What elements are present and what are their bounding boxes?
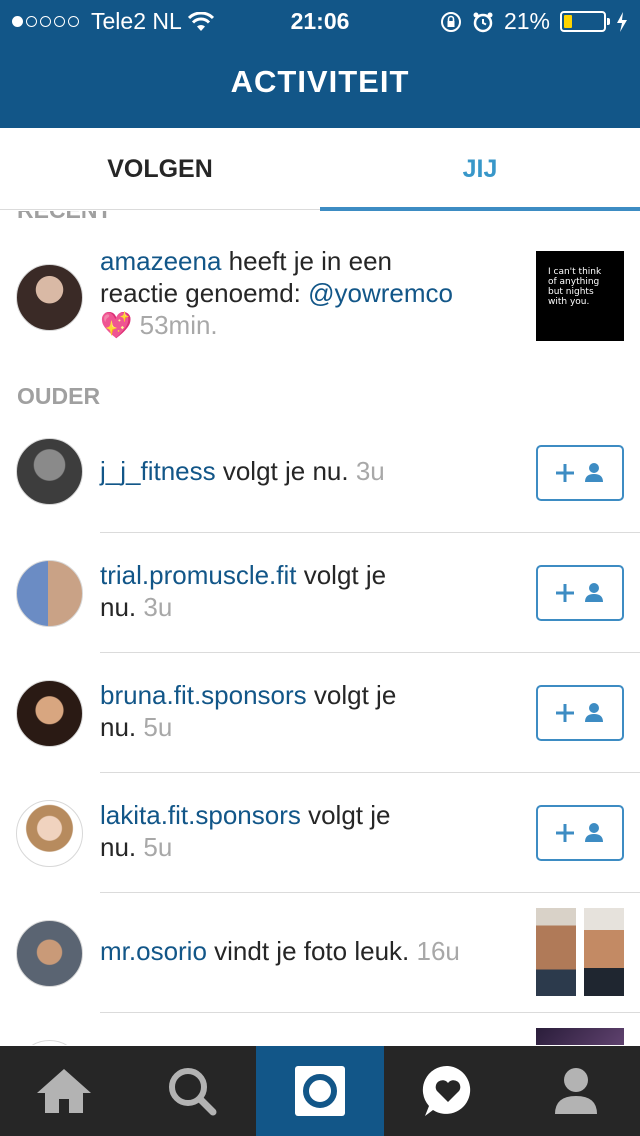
follow-button[interactable]	[536, 445, 624, 501]
list-item[interactable]: j_j_fitness volgt je nu. 3u	[0, 423, 640, 533]
activity-tabs: VOLGEN JIJ	[0, 128, 640, 211]
notification-text: lakita.fit.sponsors volgt je nu. 5u	[100, 800, 391, 862]
avatar[interactable]	[16, 800, 83, 867]
username-link[interactable]: amazeena	[100, 246, 221, 276]
timestamp: 5u	[143, 712, 173, 742]
list-item[interactable]: bruna.fit.sponsors volgt je nu. 5u	[0, 653, 640, 773]
liked-photo-thumbnail[interactable]	[584, 908, 624, 996]
avatar[interactable]	[16, 1040, 83, 1045]
timestamp: 16u	[416, 936, 460, 966]
liked-photo-thumbnail[interactable]	[536, 908, 576, 996]
avatar[interactable]	[16, 920, 83, 987]
post-thumbnail[interactable]: I can't think of anything but nights wit…	[536, 251, 624, 341]
add-user-icon	[556, 823, 603, 842]
timestamp: 5u	[143, 832, 173, 862]
notification-text: j_j_fitness volgt je nu. 3u	[100, 456, 385, 486]
nav-search[interactable]	[128, 1046, 256, 1136]
activity-feed[interactable]: RECENT amazeena heeft je in een reactie …	[0, 211, 640, 1045]
add-user-icon	[556, 583, 603, 602]
rotation-lock-icon	[440, 11, 461, 32]
add-user-icon	[556, 703, 603, 722]
list-item[interactable]: trial.promuscle.fit volgt je nu. 3u	[0, 533, 640, 653]
home-icon	[37, 1069, 91, 1113]
nav-profile[interactable]	[512, 1046, 640, 1136]
timestamp: 3u	[355, 456, 385, 486]
username-link[interactable]: j_j_fitness	[100, 456, 216, 486]
alarm-icon	[473, 12, 493, 32]
bottom-navigation	[0, 1046, 640, 1136]
avatar[interactable]	[16, 264, 83, 331]
sparkling-heart-emoji: 💖	[100, 310, 133, 340]
list-item[interactable]	[0, 1013, 640, 1045]
notification-text: mr.osorio vindt je foto leuk. 16u	[100, 936, 460, 966]
profile-icon	[555, 1068, 597, 1114]
follow-button[interactable]	[536, 685, 624, 741]
username-link[interactable]: trial.promuscle.fit	[100, 560, 297, 590]
battery-percentage: 21%	[503, 8, 550, 34]
timestamp: 53min.	[139, 310, 218, 340]
battery-icon	[560, 11, 610, 32]
notification-text: amazeena heeft je in een reactie genoemd…	[100, 246, 454, 340]
notification-text: trial.promuscle.fit volgt je nu. 3u	[100, 560, 387, 622]
camera-icon	[295, 1066, 345, 1116]
follow-button[interactable]	[536, 805, 624, 861]
charging-bolt-icon	[617, 11, 627, 32]
follow-button[interactable]	[536, 565, 624, 621]
avatar[interactable]	[16, 680, 83, 747]
nav-home[interactable]	[0, 1046, 128, 1136]
nav-activity[interactable]	[384, 1046, 512, 1136]
page-title: ACTIVITEIT	[230, 64, 410, 99]
mention-link[interactable]: @yowremco	[308, 278, 453, 308]
status-bar: Tele2 NL 21:06 21%	[0, 0, 640, 40]
list-item[interactable]: mr.osorio vindt je foto leuk. 16u	[0, 893, 640, 1013]
search-icon	[169, 1068, 217, 1116]
avatar[interactable]	[16, 438, 83, 505]
notification-text: bruna.fit.sponsors volgt je nu. 5u	[100, 680, 397, 742]
list-item[interactable]: amazeena heeft je in een reactie genoemd…	[0, 246, 640, 351]
username-link[interactable]: mr.osorio	[100, 936, 207, 966]
username-link[interactable]: lakita.fit.sponsors	[100, 800, 301, 830]
post-thumbnail[interactable]	[536, 1028, 624, 1045]
battery-fill	[564, 15, 572, 28]
username-link[interactable]: bruna.fit.sponsors	[100, 680, 307, 710]
list-item[interactable]: lakita.fit.sponsors volgt je nu. 5u	[0, 773, 640, 893]
tab-jij[interactable]: JIJ	[320, 128, 640, 211]
app-header: Tele2 NL 21:06 21% ACTIVITEIT	[0, 0, 640, 128]
thumbnail-caption: I can't think of anything but nights wit…	[548, 267, 602, 307]
avatar[interactable]	[16, 560, 83, 627]
nav-camera[interactable]	[256, 1046, 384, 1136]
tab-volgen[interactable]: VOLGEN	[0, 128, 320, 210]
section-label-recent: RECENT	[17, 211, 112, 224]
timestamp: 3u	[143, 592, 173, 622]
section-label-older: OUDER	[17, 383, 101, 409]
add-user-icon	[556, 463, 603, 482]
activity-heart-icon	[422, 1065, 471, 1116]
